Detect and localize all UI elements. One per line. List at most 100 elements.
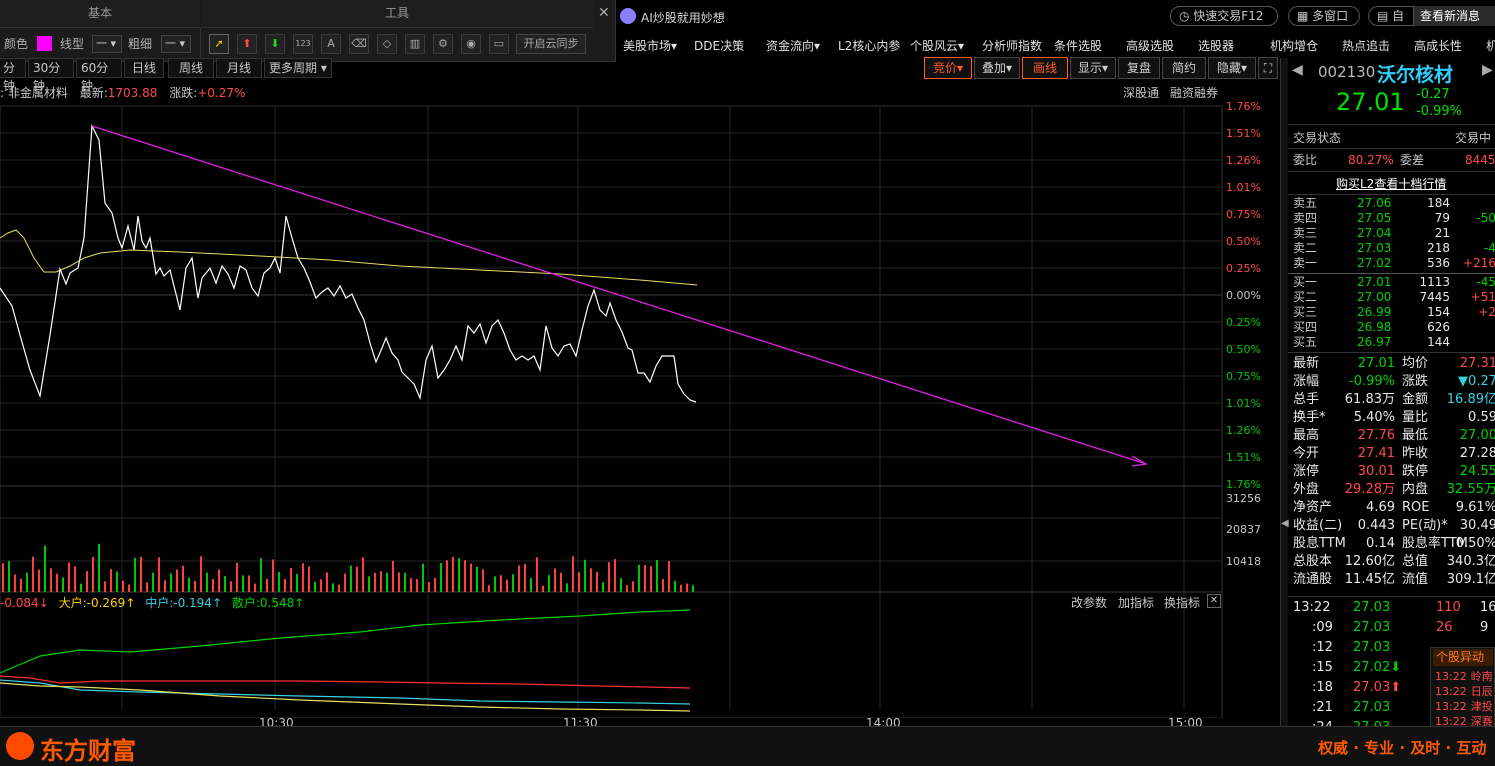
pct-tick[interactable]: 0.50% [1226, 343, 1261, 356]
fullscreen-icon[interactable]: ⛶ [1258, 57, 1278, 79]
buy-l2-link[interactable]: 购买L2查看十档行情 [1336, 175, 1446, 192]
settings-icon[interactable]: ⚙ [433, 34, 453, 54]
thickness-select[interactable]: 一 ▾ [161, 35, 191, 53]
sell-row-1[interactable]: 卖四 27.05 79 -50 [1290, 211, 1495, 226]
eraser-icon[interactable]: ⌫ [349, 34, 369, 54]
tab-simple[interactable]: 简约 [1162, 57, 1206, 79]
eye-icon[interactable]: ◉ [461, 34, 481, 54]
buy-row-1[interactable]: 买二 27.00 7445 +51 [1290, 290, 1495, 305]
period-tab-60m[interactable]: 60分钟 [76, 58, 122, 93]
sell-row-3[interactable]: 卖二 27.03 218 -4 [1290, 241, 1495, 256]
text-tool-icon[interactable]: A [321, 34, 341, 54]
delete-icon[interactable]: ▥ [405, 34, 425, 54]
multi-window-button[interactable]: ▦ 多窗口 [1288, 6, 1360, 26]
pct-tick[interactable]: 0.75% [1226, 208, 1261, 221]
tab-display[interactable]: 显示▾ [1070, 57, 1116, 79]
tick-row[interactable]: 13:22 27.03 110 16 [1290, 599, 1495, 617]
buy-row-3[interactable]: 买四 26.98 626 [1290, 320, 1495, 335]
stats-row[interactable]: 流通股 11.45亿 流值 309.1亿 [1290, 571, 1495, 589]
stats-row[interactable]: 今开 27.41 昨收 27.28 [1290, 445, 1495, 463]
params-button[interactable]: 改参数 [1071, 594, 1107, 611]
next-stock-icon[interactable]: ▶ [1482, 62, 1493, 78]
period-tab-min[interactable]: 分钟 [0, 58, 26, 93]
menu-item-11[interactable]: 高成长性 [1414, 37, 1462, 54]
down-arrow-icon[interactable]: ⬇ [265, 34, 285, 54]
menu-item-12[interactable]: 机 [1486, 37, 1495, 54]
cursor-icon[interactable]: ➚ [209, 34, 229, 54]
clear-icon[interactable]: ◇ [377, 34, 397, 54]
tab-replay[interactable]: 复盘 [1118, 57, 1160, 79]
number-tool-icon[interactable]: 123 [293, 34, 313, 54]
volume-tick[interactable]: 10418 [1226, 555, 1261, 568]
stats-row[interactable]: 最高 27.76 最低 27.00 [1290, 427, 1495, 445]
prev-stock-icon[interactable]: ◀ [1292, 62, 1303, 78]
pct-tick[interactable]: 1.26% [1226, 154, 1261, 167]
volume-tick[interactable]: 31256 [1226, 492, 1261, 505]
pct-tick[interactable]: 0.75% [1226, 370, 1261, 383]
ai-title[interactable]: AI炒股就用妙想 [641, 9, 725, 26]
add-indicator-button[interactable]: 加指标 [1118, 594, 1154, 611]
stats-row[interactable]: 总手 61.83万 金额 16.89亿 [1290, 391, 1495, 409]
intraday-chart[interactable] [0, 98, 1280, 718]
period-tab-30m[interactable]: 30分钟 [28, 58, 74, 93]
stats-row[interactable]: 最新 27.01 均价 27.31 [1290, 355, 1495, 373]
tab-basic[interactable]: 基本 [0, 0, 200, 28]
pct-tick[interactable]: 1.26% [1226, 424, 1261, 437]
stats-row[interactable]: 换手* 5.40% 量比 0.59 [1290, 409, 1495, 427]
alerts-title[interactable]: 个股异动 [1433, 649, 1493, 666]
up-arrow-icon[interactable]: ⬆ [237, 34, 257, 54]
news-button[interactable]: 查看新消息 [1414, 6, 1495, 26]
tab-hide[interactable]: 隐藏▾ [1208, 57, 1256, 79]
line-type-select[interactable]: 一 ▾ [92, 35, 122, 53]
swap-indicator-button[interactable]: 换指标 [1164, 594, 1200, 611]
stats-row[interactable]: 净资产 4.69 ROE 9.61% [1290, 499, 1495, 517]
period-tab-week[interactable]: 周线 [168, 58, 214, 78]
pct-tick[interactable]: 0.00% [1226, 289, 1261, 302]
sell-row-0[interactable]: 卖五 27.06 184 [1290, 196, 1495, 211]
period-tab-month[interactable]: 月线 [216, 58, 262, 78]
sell-row-4[interactable]: 卖一 27.02 536 +216 [1290, 256, 1495, 271]
pct-tick[interactable]: 1.01% [1226, 181, 1261, 194]
menu-item-8[interactable]: 选股器 [1198, 37, 1234, 54]
pct-tick[interactable]: 1.76% [1226, 100, 1261, 113]
collapse-icon[interactable]: ◀ [1281, 518, 1289, 529]
custom-button[interactable]: ▤ 自 [1368, 6, 1414, 26]
menu-item-7[interactable]: 高级选股 [1126, 37, 1174, 54]
stats-row[interactable]: 收益(二) 0.443 PE(动)* 30.49 [1290, 517, 1495, 535]
stats-row[interactable]: 外盘 29.28万 内盘 32.55万 [1290, 481, 1495, 499]
tab-auction[interactable]: 竞价▾ [924, 57, 972, 79]
pct-tick[interactable]: 1.01% [1226, 397, 1261, 410]
alert-item[interactable]: 13:22 日辰 [1435, 683, 1493, 699]
period-tab-more[interactable]: 更多周期 ▾ [264, 58, 332, 78]
volume-tick[interactable]: 20837 [1226, 523, 1261, 536]
cloud-sync-button[interactable]: 开启云同步 [516, 34, 586, 54]
period-tab-day[interactable]: 日线 [124, 58, 164, 78]
pct-tick[interactable]: 0.50% [1226, 235, 1261, 248]
stats-row[interactable]: 涨幅 -0.99% 涨跌 ▼0.27 [1290, 373, 1495, 391]
pct-tick[interactable]: 1.76% [1226, 478, 1261, 491]
menu-item-0[interactable]: 美股市场▾ [623, 37, 677, 54]
tab-draw[interactable]: 画线 [1022, 57, 1068, 79]
quick-trade-button[interactable]: ◷ 快速交易F12 [1170, 6, 1278, 26]
tick-row[interactable]: :09 27.03 26 9 [1290, 619, 1495, 637]
alert-item[interactable]: 13:22 津投 [1435, 698, 1493, 714]
lock-icon[interactable]: ▭ [489, 34, 509, 54]
sell-row-2[interactable]: 卖三 27.04 21 [1290, 226, 1495, 241]
pct-tick[interactable]: 0.25% [1226, 316, 1261, 329]
tab-overlay[interactable]: 叠加▾ [974, 57, 1020, 79]
pct-tick[interactable]: 1.51% [1226, 451, 1261, 464]
menu-item-9[interactable]: 机构增仓 [1270, 37, 1318, 54]
pct-tick[interactable]: 1.51% [1226, 127, 1261, 140]
alert-item[interactable]: 13:22 岭南 [1435, 668, 1493, 684]
menu-item-3[interactable]: L2核心内参 [838, 37, 900, 54]
buy-row-4[interactable]: 买五 26.97 144 [1290, 335, 1495, 350]
tab-tools[interactable]: 工具 [201, 0, 593, 28]
close-indicator-icon[interactable]: ✕ [1207, 594, 1221, 608]
color-swatch[interactable] [37, 36, 52, 51]
menu-item-10[interactable]: 热点追击 [1342, 37, 1390, 54]
menu-item-6[interactable]: 条件选股 [1054, 37, 1102, 54]
buy-row-2[interactable]: 买三 26.99 154 +2 [1290, 305, 1495, 320]
pct-tick[interactable]: 0.25% [1226, 262, 1261, 275]
stats-row[interactable]: 总股本 12.60亿 总值 340.3亿 [1290, 553, 1495, 571]
pane-splitter[interactable] [1280, 58, 1288, 726]
